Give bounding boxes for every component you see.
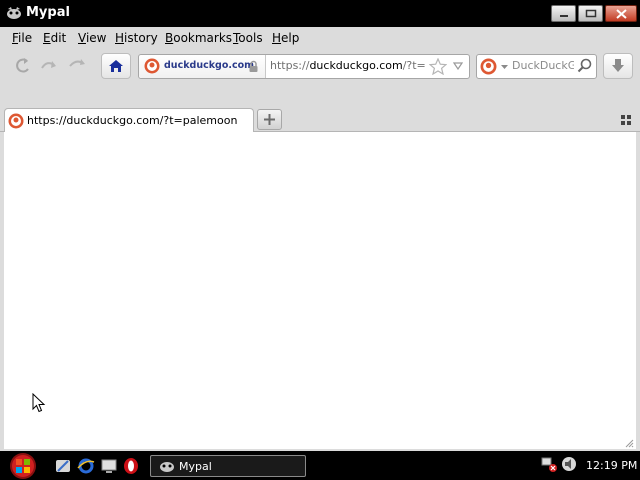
title-bar[interactable]: Mypal — [0, 0, 640, 27]
maximize-button[interactable] — [578, 5, 603, 22]
app-icon — [7, 7, 21, 19]
taskbar-clock[interactable]: 12:19 PM — [586, 459, 637, 472]
window-title: Mypal — [26, 5, 70, 20]
tab-list-icon[interactable] — [619, 113, 633, 127]
menu-help[interactable]: Help — [272, 31, 299, 45]
bookmark-star-icon[interactable] — [429, 58, 447, 75]
lock-icon — [249, 60, 258, 72]
browser-chrome: File Edit View History Bookmarks Tools H… — [0, 27, 640, 132]
tab-label: https://duckduckgo.com/?t=palemoon — [27, 114, 238, 127]
windows-start-icon — [10, 452, 36, 479]
start-button[interactable] — [3, 451, 43, 480]
taskbar-item-mypal[interactable]: Mypal — [150, 455, 306, 477]
home-icon — [109, 60, 123, 72]
minimize-button[interactable] — [551, 5, 576, 22]
taskbar: Mypal 12:19 PM — [0, 451, 640, 480]
mouse-cursor-icon — [32, 393, 46, 413]
taskbar-item-label: Mypal — [179, 460, 212, 473]
url-host: duckduckgo.com — [309, 59, 403, 72]
duckduckgo-engine-icon — [480, 58, 497, 75]
plus-icon — [264, 114, 275, 125]
menu-view[interactable]: View — [78, 31, 106, 45]
url-prefix: https:// — [270, 59, 310, 72]
minimize-icon — [559, 14, 568, 17]
history-dropdown-icon[interactable] — [453, 62, 463, 70]
search-bar[interactable]: DuckDuckGo — [476, 54, 597, 79]
url-bar[interactable]: duckduckgo.com https://duckduckgo.com/?t… — [138, 54, 470, 79]
back-arrow-icon — [16, 58, 29, 73]
close-icon — [615, 8, 627, 19]
volume-tray-icon[interactable] — [560, 455, 578, 473]
forward-arrow-icon — [41, 61, 56, 69]
search-icon[interactable] — [577, 58, 593, 74]
menu-bar: File Edit View History Bookmarks Tools H… — [0, 27, 640, 49]
page-content[interactable] — [4, 132, 636, 449]
forward-button[interactable] — [38, 55, 60, 77]
menu-file[interactable]: File — [12, 31, 32, 45]
resize-grip-icon[interactable] — [624, 438, 634, 448]
home-button[interactable] — [101, 53, 131, 79]
duckduckgo-tab-favicon-icon — [8, 113, 24, 129]
maximize-icon — [585, 9, 596, 18]
menu-edit[interactable]: Edit — [43, 31, 66, 45]
quicklaunch-tool-icon[interactable] — [54, 457, 72, 475]
tab-active[interactable]: https://duckduckgo.com/?t=palemoon — [4, 108, 254, 132]
mypal-task-icon — [160, 462, 174, 472]
duckduckgo-favicon-icon — [144, 58, 160, 74]
close-button[interactable] — [605, 5, 637, 22]
back-button[interactable] — [12, 55, 34, 77]
url-text[interactable]: https://duckduckgo.com/?t=paler — [270, 59, 426, 72]
url-path: /?t=paler — [402, 59, 426, 72]
site-identity-button[interactable]: duckduckgo.com — [139, 55, 266, 78]
internet-explorer-icon[interactable] — [77, 457, 95, 475]
download-arrow-icon — [612, 59, 624, 72]
menu-tools[interactable]: Tools — [233, 31, 263, 45]
window-frame-right — [636, 132, 640, 449]
menu-bookmarks[interactable]: Bookmarks — [165, 31, 232, 45]
show-desktop-icon[interactable] — [100, 457, 118, 475]
opera-icon[interactable] — [122, 457, 140, 475]
search-input[interactable]: DuckDuckGo — [512, 59, 574, 72]
search-engine-button[interactable] — [480, 58, 510, 76]
new-tab-button[interactable] — [257, 109, 282, 130]
site-identity-label: duckduckgo.com — [164, 60, 255, 71]
network-tray-icon[interactable] — [540, 455, 558, 473]
reload-button[interactable] — [66, 55, 88, 77]
menu-history[interactable]: History — [115, 31, 158, 45]
downloads-button[interactable] — [603, 53, 633, 79]
chevron-down-icon — [501, 65, 508, 69]
reload-icon — [69, 59, 85, 67]
